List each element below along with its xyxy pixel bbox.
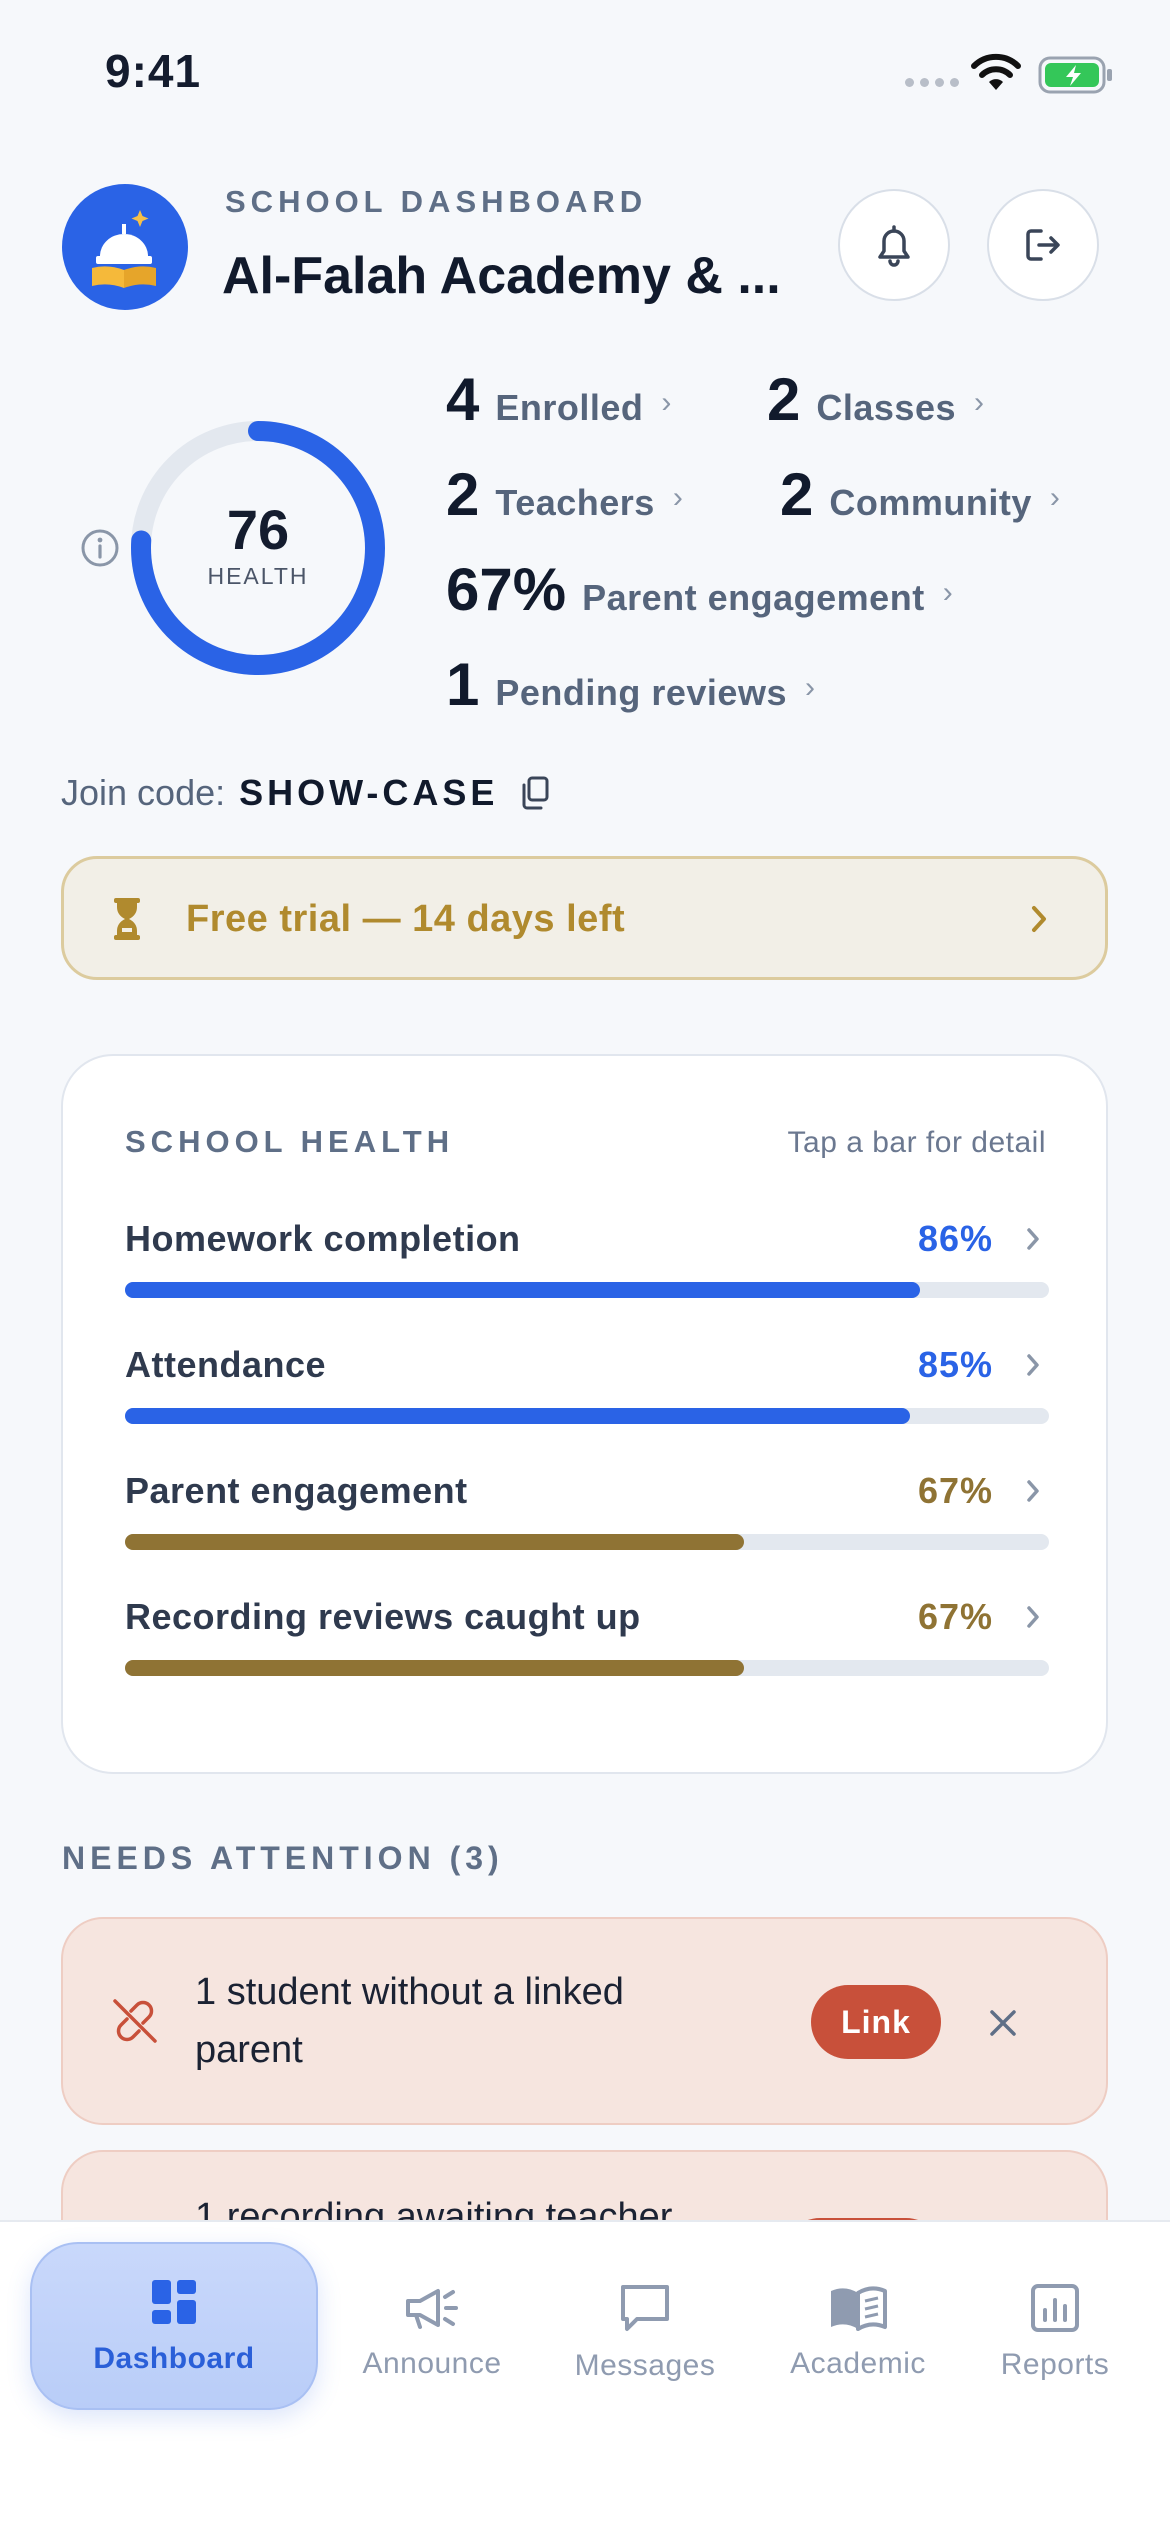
metric-value: 86% bbox=[917, 1218, 993, 1259]
megaphone-icon bbox=[406, 2289, 458, 2329]
metric-value: 67% bbox=[917, 1596, 993, 1637]
free-trial-text: Free trial — 14 days left bbox=[186, 898, 626, 940]
metric-bar-track bbox=[125, 1408, 1049, 1424]
metric-label: Recording reviews caught up bbox=[125, 1596, 641, 1637]
link-parent-button[interactable]: Link bbox=[811, 1985, 941, 2059]
message-icon bbox=[621, 2285, 669, 2331]
nav-label: Academic bbox=[790, 2347, 926, 2380]
stat-community-value: 2 bbox=[780, 461, 814, 528]
metric-label: Homework completion bbox=[125, 1218, 521, 1259]
chevron-right-icon bbox=[1027, 1480, 1039, 1502]
metric-value: 85% bbox=[917, 1344, 993, 1385]
nav-label: Dashboard bbox=[93, 2342, 255, 2375]
stat-teachers-label: Teachers bbox=[495, 482, 655, 523]
stat-enrolled-value: 4 bbox=[446, 366, 480, 433]
chevron-right-icon bbox=[1027, 1606, 1039, 1628]
school-name: Al-Falah Academy & ... bbox=[222, 247, 781, 305]
school-logo bbox=[62, 184, 188, 310]
chevron-right-icon bbox=[1027, 1228, 1039, 1250]
needs-attention-title: NEEDS ATTENTION (3) bbox=[62, 1840, 504, 1876]
copy-icon[interactable] bbox=[520, 776, 550, 810]
health-score-label: HEALTH bbox=[207, 563, 309, 589]
attention-item: 1 student without a linked parent Link bbox=[61, 1917, 1108, 2125]
chevron-right-icon: › bbox=[942, 576, 953, 609]
close-icon[interactable] bbox=[987, 2007, 1019, 2039]
stat-classes-value: 2 bbox=[767, 366, 801, 433]
stat-community-label: Community bbox=[829, 482, 1032, 523]
metric-bar-fill bbox=[125, 1282, 920, 1298]
free-trial-banner[interactable]: Free trial — 14 days left bbox=[61, 856, 1108, 980]
metric-label: Parent engagement bbox=[125, 1470, 468, 1511]
join-code-row: Join code: SHOW-CASE bbox=[61, 772, 550, 814]
notifications-button[interactable] bbox=[838, 189, 950, 301]
stat-classes[interactable]: 2 Classes › bbox=[767, 365, 984, 434]
nav-label: Messages bbox=[574, 2349, 716, 2382]
stat-parent-engagement[interactable]: 67% Parent engagement › bbox=[446, 555, 953, 624]
stat-pending-reviews-label: Pending reviews bbox=[495, 672, 787, 713]
chevron-right-icon bbox=[1032, 906, 1046, 932]
school-health-title: SCHOOL HEALTH bbox=[125, 1124, 455, 1159]
stat-pending-reviews-value: 1 bbox=[446, 651, 480, 718]
chevron-right-icon: › bbox=[1049, 481, 1060, 514]
chevron-right-icon: › bbox=[973, 386, 984, 419]
nav-label: Reports bbox=[1000, 2348, 1110, 2381]
chart-icon bbox=[1031, 2284, 1079, 2332]
bell-icon bbox=[878, 225, 910, 267]
nav-dashboard[interactable]: Dashboard bbox=[30, 2242, 318, 2410]
stat-enrolled[interactable]: 4 Enrolled › bbox=[446, 365, 671, 434]
metric-bar-fill bbox=[125, 1660, 745, 1676]
stat-parent-engagement-value: 67% bbox=[446, 556, 567, 623]
nav-reports[interactable]: Reports bbox=[976, 2222, 1134, 2442]
stat-pending-reviews[interactable]: 1 Pending reviews › bbox=[446, 650, 815, 719]
dashboard-icon bbox=[152, 2280, 196, 2324]
dashboard-label: SCHOOL DASHBOARD bbox=[225, 184, 648, 219]
wifi-icon bbox=[971, 53, 1021, 90]
metric-bar-fill bbox=[125, 1534, 745, 1550]
stat-teachers-value: 2 bbox=[446, 461, 480, 528]
metric-value: 67% bbox=[917, 1470, 993, 1511]
logout-icon bbox=[1026, 229, 1060, 261]
hourglass-icon bbox=[114, 898, 140, 940]
nav-messages[interactable]: Messages bbox=[550, 2222, 740, 2442]
status-time: 9:41 bbox=[105, 45, 202, 97]
chevron-right-icon bbox=[1027, 1354, 1039, 1376]
nav-academic[interactable]: Academic bbox=[764, 2222, 952, 2442]
info-icon[interactable] bbox=[80, 528, 120, 568]
logout-button[interactable] bbox=[987, 189, 1099, 301]
chevron-right-icon: › bbox=[804, 671, 815, 704]
metric-bar-track bbox=[125, 1282, 1049, 1298]
school-health-card: SCHOOL HEALTH Tap a bar for detail Homew… bbox=[61, 1054, 1108, 1774]
bottom-navigation: Dashboard Announce Messages Academic Rep… bbox=[0, 2220, 1170, 2532]
chevron-right-icon: › bbox=[672, 481, 683, 514]
unlink-icon bbox=[113, 1999, 157, 2043]
stat-community[interactable]: 2 Community › bbox=[780, 460, 1060, 529]
metric-bar-fill bbox=[125, 1408, 911, 1424]
book-icon bbox=[831, 2286, 887, 2331]
nav-label: Announce bbox=[362, 2347, 502, 2380]
stat-teachers[interactable]: 2 Teachers › bbox=[446, 460, 683, 529]
metric-label: Attendance bbox=[125, 1344, 327, 1385]
stat-classes-label: Classes bbox=[816, 387, 956, 428]
nav-announce[interactable]: Announce bbox=[338, 2222, 526, 2442]
health-score: 76 bbox=[226, 498, 290, 561]
join-code-value: SHOW-CASE bbox=[239, 772, 499, 813]
attention-item-text: 1 student without a linked parent bbox=[195, 1971, 624, 2071]
battery-icon bbox=[1038, 56, 1112, 94]
stat-enrolled-label: Enrolled bbox=[495, 387, 644, 428]
school-health-hint: Tap a bar for detail bbox=[787, 1126, 1046, 1159]
metric-bar-track bbox=[125, 1534, 1049, 1550]
stat-parent-engagement-label: Parent engagement bbox=[582, 577, 925, 618]
cellular-signal-icon bbox=[905, 78, 959, 87]
chevron-right-icon: › bbox=[661, 386, 672, 419]
join-code-label: Join code: bbox=[61, 772, 226, 813]
metric-bar-track bbox=[125, 1660, 1049, 1676]
